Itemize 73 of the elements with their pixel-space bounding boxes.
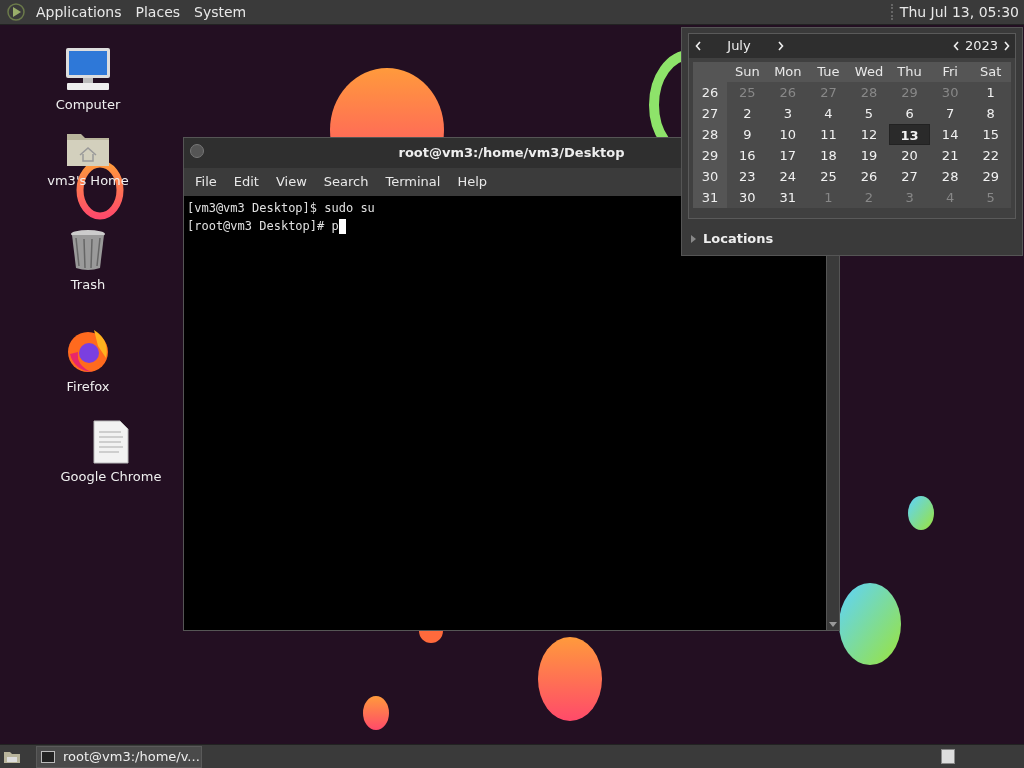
weekday-label: Sun <box>727 62 768 82</box>
desktop-icon-label[interactable]: Trash <box>70 275 106 295</box>
weekday-label: Wed <box>848 62 890 82</box>
taskbar-button[interactable]: root@vm3:/home/v... <box>36 745 202 768</box>
calendar-day[interactable]: 7 <box>929 103 971 124</box>
calendar-day[interactable]: 6 <box>889 103 930 124</box>
panel-menu[interactable]: Applications <box>32 1 126 23</box>
expander-arrow-icon[interactable] <box>691 234 697 243</box>
window-title: root@vm3:/home/vm3/Desktop <box>398 144 625 163</box>
panel-menu[interactable]: System <box>190 1 251 23</box>
desktop-icon-label[interactable]: Google Chrome <box>60 467 162 487</box>
calendar-day[interactable]: 21 <box>929 145 971 166</box>
calendar-day[interactable]: 18 <box>808 145 849 166</box>
desktop-icon-label[interactable]: Computer <box>55 95 121 115</box>
calendar-day[interactable]: 3 <box>767 103 809 124</box>
menu-item[interactable]: Search <box>318 172 374 192</box>
menu-logo-icon[interactable] <box>6 2 26 22</box>
panel-menu[interactable]: Places <box>131 1 185 23</box>
month-label: July <box>725 37 752 56</box>
clock[interactable]: Thu Jul 13, 05:30 <box>899 1 1019 23</box>
calendar-day[interactable]: 22 <box>970 145 1011 166</box>
calendar-day[interactable]: 4 <box>808 103 849 124</box>
workspace-switcher[interactable] <box>941 749 955 764</box>
calendar-day[interactable]: 24 <box>767 166 809 187</box>
calendar-day[interactable]: 20 <box>889 145 930 166</box>
calendar-day[interactable]: 8 <box>970 103 1011 124</box>
week-number: 28 <box>693 124 727 145</box>
calendar-day[interactable]: 14 <box>929 124 971 145</box>
document-icon[interactable] <box>92 420 130 464</box>
week-number: 31 <box>693 187 727 208</box>
week-number: 27 <box>693 103 727 124</box>
menu-item[interactable]: Help <box>452 172 493 192</box>
menu-item[interactable]: File <box>190 172 222 192</box>
calendar-day[interactable]: 9 <box>727 124 768 145</box>
calendar-day[interactable]: 28 <box>929 166 971 187</box>
calendar-day[interactable]: 10 <box>767 124 809 145</box>
terminal-line: [vm3@vm3 Desktop]$ sudo su <box>187 200 375 217</box>
calendar-day[interactable]: 5 <box>848 103 890 124</box>
week-number: 30 <box>693 166 727 187</box>
locations-expander[interactable]: Locations <box>703 229 774 249</box>
calendar-day[interactable]: 15 <box>970 124 1011 145</box>
calendar-day[interactable]: 1 <box>970 82 1011 103</box>
calendar-day[interactable]: 2 <box>727 103 768 124</box>
year-label: 2023 <box>963 37 999 56</box>
calendar-day[interactable]: 19 <box>848 145 890 166</box>
calendar-day[interactable]: 27 <box>889 166 930 187</box>
panel-handle-icon[interactable] <box>890 4 894 20</box>
calendar-day[interactable]: 13 <box>889 124 930 145</box>
calendar-day[interactable]: 29 <box>970 166 1011 187</box>
weekday-label: Sat <box>970 62 1011 82</box>
week-number: 26 <box>693 82 727 103</box>
calendar-day[interactable]: 25 <box>808 166 849 187</box>
calendar-day[interactable]: 16 <box>727 145 768 166</box>
weekday-label: Thu <box>889 62 930 82</box>
calendar-day[interactable]: 12 <box>848 124 890 145</box>
weekday-label: Tue <box>808 62 849 82</box>
text-cursor <box>338 218 346 234</box>
weekday-label: Mon <box>767 62 809 82</box>
desktop-icon-label[interactable]: Firefox <box>66 377 110 397</box>
week-number: 29 <box>693 145 727 166</box>
terminal-line: [root@vm3 Desktop]# p <box>187 218 339 235</box>
menu-item[interactable]: Terminal <box>380 172 446 192</box>
computer-icon[interactable] <box>63 46 113 92</box>
menu-item[interactable]: View <box>270 172 312 192</box>
calendar-day[interactable]: 17 <box>767 145 809 166</box>
weekday-label: Fri <box>929 62 971 82</box>
calendar-day[interactable]: 11 <box>808 124 849 145</box>
calendar-day[interactable]: 26 <box>848 166 890 187</box>
window-menu-button[interactable] <box>190 144 204 158</box>
trash-can-icon[interactable] <box>68 228 108 272</box>
calendar-day[interactable]: 23 <box>727 166 768 187</box>
terminal-icon <box>41 750 55 763</box>
menu-item[interactable]: Edit <box>228 172 264 192</box>
